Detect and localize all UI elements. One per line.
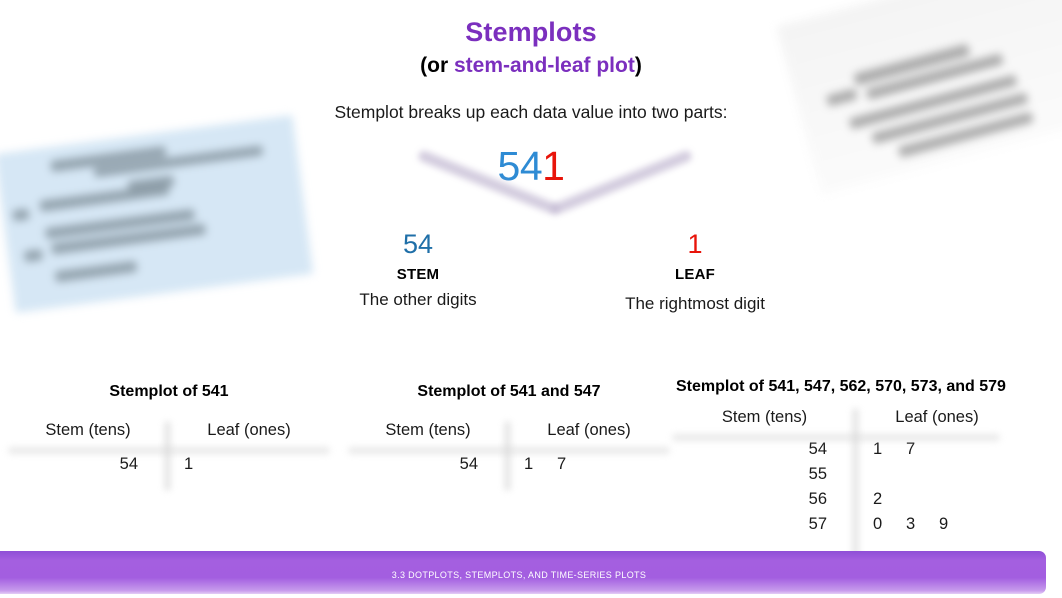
stemplot-3-title: Stemplot of 541, 547, 562, 570, 573, and… [676, 378, 1006, 395]
subtitle-suffix: ) [634, 54, 642, 77]
table-row: 56 2 [672, 487, 1062, 512]
stemplot-1-table: Stem (tens) Leaf (ones) 54 1 [8, 421, 330, 491]
stemplot-2-header-stem: Stem (tens) [385, 421, 471, 439]
example-number: 541 [0, 143, 1062, 190]
leaf-cell: 1 [184, 452, 217, 477]
leaf-value: 3 [906, 515, 916, 533]
table-row: 57 0 3 9 [672, 512, 1062, 537]
stemplot-1-header-stem: Stem (tens) [45, 421, 131, 439]
branch-stem-value: 54 [402, 229, 434, 259]
stem-cell: 57 [808, 515, 827, 533]
stem-cell: 54 [119, 455, 138, 473]
stemplot-1-divider [164, 421, 171, 491]
stemplot-2-table: Stem (tens) Leaf (ones) 54 1 7 [348, 421, 670, 491]
stemplot-3-header-stem: Stem (tens) [721, 408, 808, 426]
stemplot-3-header-rule [672, 434, 1000, 441]
leaf-value: 2 [873, 490, 883, 508]
page-title: Stemplots [465, 17, 597, 47]
leaf-cell: 1 7 [524, 452, 590, 477]
stemplot-2-divider [504, 421, 511, 491]
leaf-value: 1 [524, 455, 534, 473]
stem-cell: 55 [808, 465, 827, 483]
stem-cell: 54 [459, 455, 478, 473]
lead-text: Stemplot breaks up each data value into … [334, 102, 728, 122]
stemplot-1-header-leaf: Leaf (ones) [207, 421, 291, 439]
branch-leaf-description: The rightmost digit [625, 294, 765, 313]
stemplot-1-title: Stemplot of 541 [109, 383, 229, 400]
branch-leaf-label: LEAF [675, 266, 715, 283]
branch-stem: 54 STEM The other digits [303, 228, 533, 310]
branch-stem-label: STEM [396, 266, 440, 283]
stemplot-2-title: Stemplot of 541 and 547 [417, 383, 601, 400]
leaf-value: 9 [939, 515, 949, 533]
leaf-value: 7 [557, 455, 567, 473]
leaf-cell: 0 3 9 [873, 512, 972, 537]
stemplot-3-header-leaf: Leaf (ones) [895, 408, 979, 426]
stemplot-1: Stemplot of 541 Stem (tens) Leaf (ones) … [8, 383, 330, 491]
stem-cell: 56 [808, 490, 827, 508]
page-subtitle: (or stem-and-leaf plot) [0, 54, 1062, 78]
leaf-value: 0 [873, 515, 883, 533]
stemplot-3-table: Stem (tens) Leaf (ones) 54 1 7 55 56 2 5… [672, 408, 1062, 558]
example-number-leaf: 1 [542, 143, 565, 189]
subtitle-prefix: (or [420, 54, 454, 77]
footer-bar: 3.3 DOTPLOTS, STEMPLOTS, AND TIME-SERIES… [0, 551, 1046, 594]
subtitle-highlight: stem-and-leaf plot [453, 54, 635, 77]
leaf-cell: 2 [873, 487, 906, 512]
stemplot-2: Stemplot of 541 and 547 Stem (tens) Leaf… [348, 383, 670, 491]
stemplot-3: Stemplot of 541, 547, 562, 570, 573, and… [672, 378, 1062, 558]
branch-stem-description: The other digits [359, 290, 477, 309]
stemplot-3-divider [852, 408, 859, 558]
stemplot-3-header-row: Stem (tens) Leaf (ones) [672, 408, 1062, 427]
branch-leaf: 1 LEAF The rightmost digit [580, 228, 810, 314]
branch-leaf-value: 1 [687, 229, 703, 259]
footer-label: 3.3 DOTPLOTS, STEMPLOTS, AND TIME-SERIES… [391, 570, 647, 580]
stemplot-2-header-leaf: Leaf (ones) [547, 421, 631, 439]
table-row: 55 [672, 462, 1062, 487]
slide-canvas: Stemplots (or stem-and-leaf plot) Stempl… [0, 0, 1062, 598]
leaf-value: 1 [184, 455, 194, 473]
